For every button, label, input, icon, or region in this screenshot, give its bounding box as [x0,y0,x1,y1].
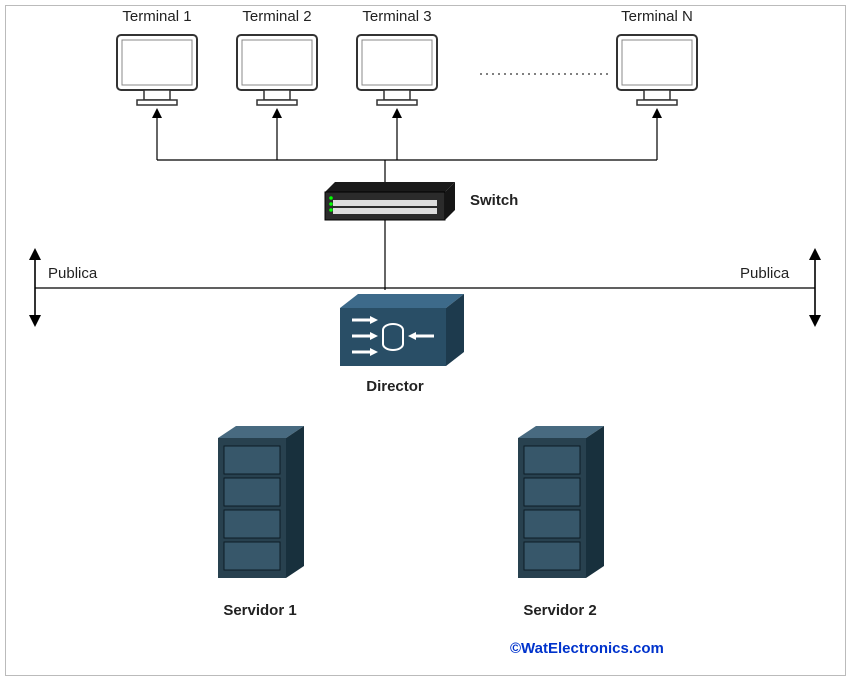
server-1-label: Servidor 1 [200,602,320,619]
terminal-n-icon [612,30,702,110]
server-2-icon [500,420,620,600]
server-1-icon [200,420,320,600]
credit-text: ©WatElectronics.com [510,640,664,657]
terminal-3-icon [352,30,442,110]
terminal-2-label: Terminal 2 [232,8,322,25]
switch-icon [315,180,455,230]
terminal-1-icon [112,30,202,110]
publica-right-label: Publica [740,265,789,282]
terminal-2-icon [232,30,322,110]
publica-left-label: Publica [48,265,97,282]
switch-label: Switch [470,192,518,209]
terminal-1-label: Terminal 1 [112,8,202,25]
terminal-3-label: Terminal 3 [352,8,442,25]
director-label: Director [330,378,460,395]
server-2-label: Servidor 2 [500,602,620,619]
director-icon [330,290,480,380]
terminal-n-label: Terminal N [612,8,702,25]
